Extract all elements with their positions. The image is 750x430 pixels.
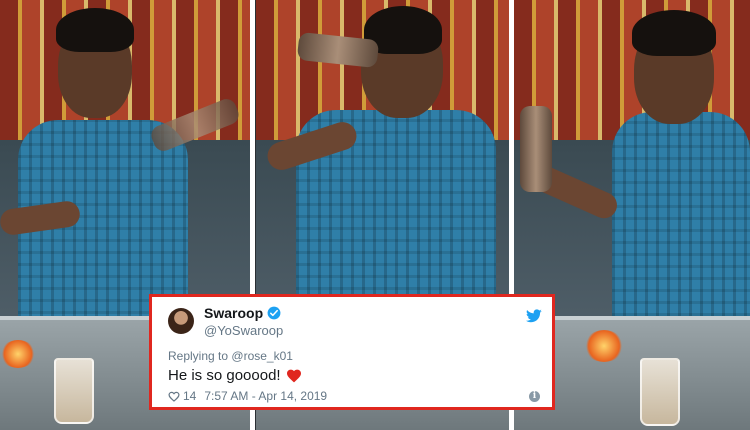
screenshot-stage: Swaroop @YoSwaroop Replying to @rose_k01… bbox=[0, 0, 750, 430]
milkshake-glass bbox=[54, 358, 94, 424]
verified-badge-icon bbox=[267, 306, 281, 320]
person-hair bbox=[632, 10, 716, 56]
person-hair bbox=[56, 8, 134, 52]
tweet-meta: 14 7:57 AM - Apr 14, 2019 bbox=[168, 389, 327, 403]
author-handle[interactable]: @YoSwaroop bbox=[204, 323, 283, 338]
stove-flame bbox=[0, 340, 36, 368]
reply-mention-link[interactable]: @rose_k01 bbox=[231, 349, 293, 363]
reply-context: Replying to @rose_k01 bbox=[168, 349, 293, 363]
shaker-cup bbox=[520, 106, 552, 192]
tweet-card[interactable]: Swaroop @YoSwaroop Replying to @rose_k01… bbox=[149, 294, 555, 410]
like-count[interactable]: 14 bbox=[183, 389, 196, 403]
milkshake-glass bbox=[640, 358, 680, 426]
twitter-bird-icon[interactable] bbox=[526, 309, 542, 323]
tweet-text: He is so gooood! bbox=[168, 367, 281, 384]
info-icon[interactable]: i bbox=[529, 391, 540, 402]
avatar[interactable] bbox=[168, 308, 194, 334]
reply-prefix: Replying to bbox=[168, 349, 229, 363]
heart-outline-icon[interactable] bbox=[168, 391, 180, 402]
stove-flame bbox=[584, 330, 624, 362]
tweet-timestamp[interactable]: 7:57 AM - Apr 14, 2019 bbox=[204, 389, 327, 403]
tweet-text-row: He is so gooood! bbox=[168, 367, 302, 384]
red-heart-icon bbox=[286, 369, 301, 383]
tweet-author-row: Swaroop bbox=[204, 305, 281, 321]
author-name[interactable]: Swaroop bbox=[204, 305, 263, 321]
